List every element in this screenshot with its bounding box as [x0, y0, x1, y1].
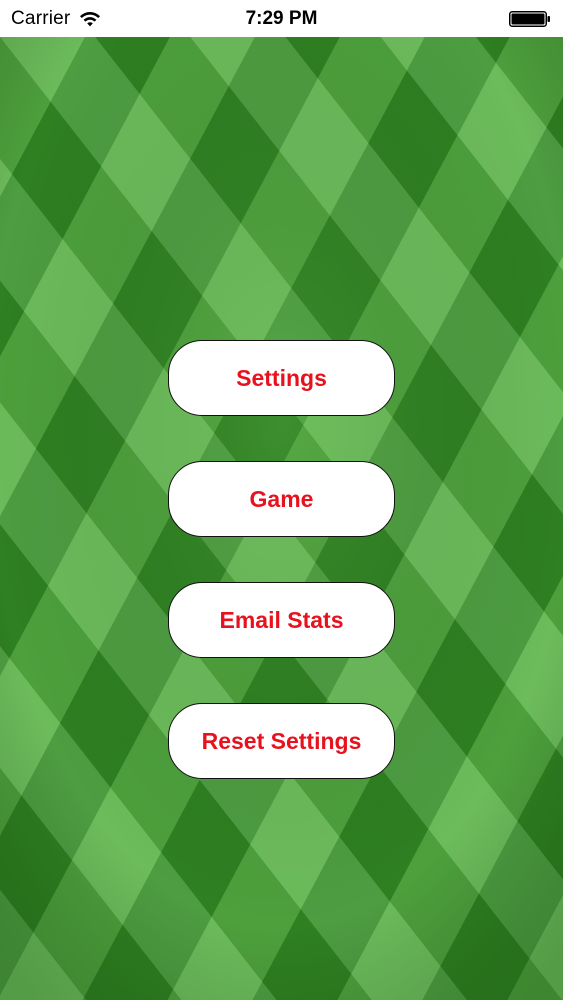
game-button[interactable]: Game: [168, 461, 395, 537]
settings-button[interactable]: Settings: [168, 340, 395, 416]
battery-full-icon: [509, 11, 551, 27]
main-menu: Settings Game Email Stats Reset Settings: [168, 340, 395, 824]
reset-settings-button[interactable]: Reset Settings: [168, 703, 395, 779]
status-time: 7:29 PM: [245, 8, 318, 29]
status-bar: Carrier 7:29 PM: [0, 0, 563, 37]
email-stats-button[interactable]: Email Stats: [168, 582, 395, 658]
